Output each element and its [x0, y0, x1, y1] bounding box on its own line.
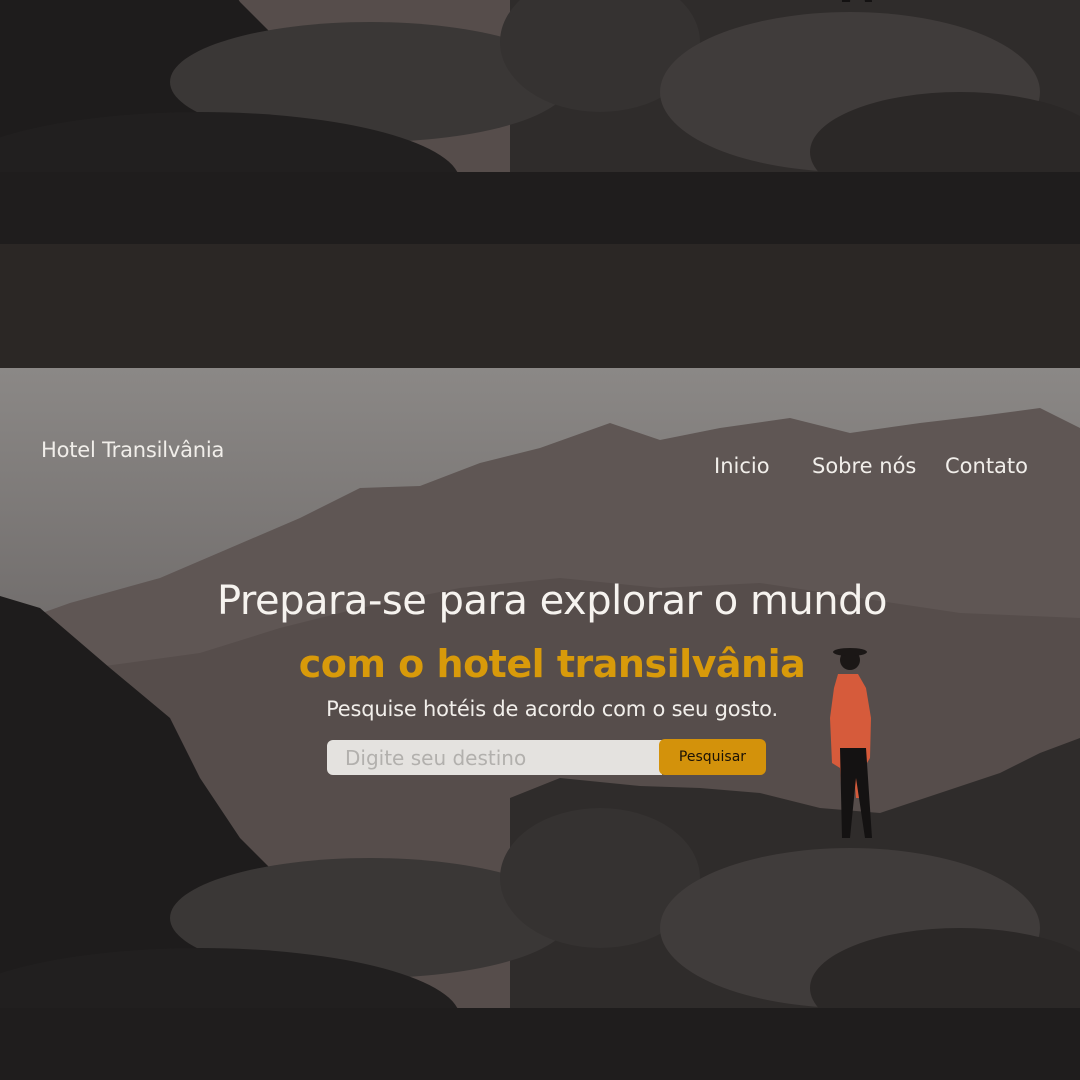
nav-link-sobre-nos[interactable]: Sobre nós [812, 454, 916, 478]
landing-preview-bottom: Hotel Transilvânia Inicio Sobre nós Cont… [0, 368, 1080, 1080]
site-brand[interactable]: Hotel Transilvânia [41, 438, 224, 462]
hero-headline: Prepara-se para explorar o mundo [216, 578, 888, 624]
hero-subheadline: com o hotel transilvânia [298, 642, 806, 686]
hero-section: Hotel Transilvânia Inicio Sobre nós Cont… [0, 0, 1080, 244]
mountain-background-image [0, 0, 1080, 244]
nav-link-inicio[interactable]: Inicio [714, 454, 770, 478]
hero-section: Hotel Transilvânia Inicio Sobre nós Cont… [0, 368, 1080, 1080]
hero-tagline: Pesquise hotéis de acordo com o seu gost… [326, 697, 778, 721]
destination-search-input[interactable] [327, 740, 662, 775]
search-button[interactable]: Pesquisar [659, 739, 766, 775]
mountain-background-image [0, 368, 1080, 1080]
nav-link-contato[interactable]: Contato [945, 454, 1028, 478]
landing-preview-top: Hotel Transilvânia Inicio Sobre nós Cont… [0, 0, 1080, 368]
